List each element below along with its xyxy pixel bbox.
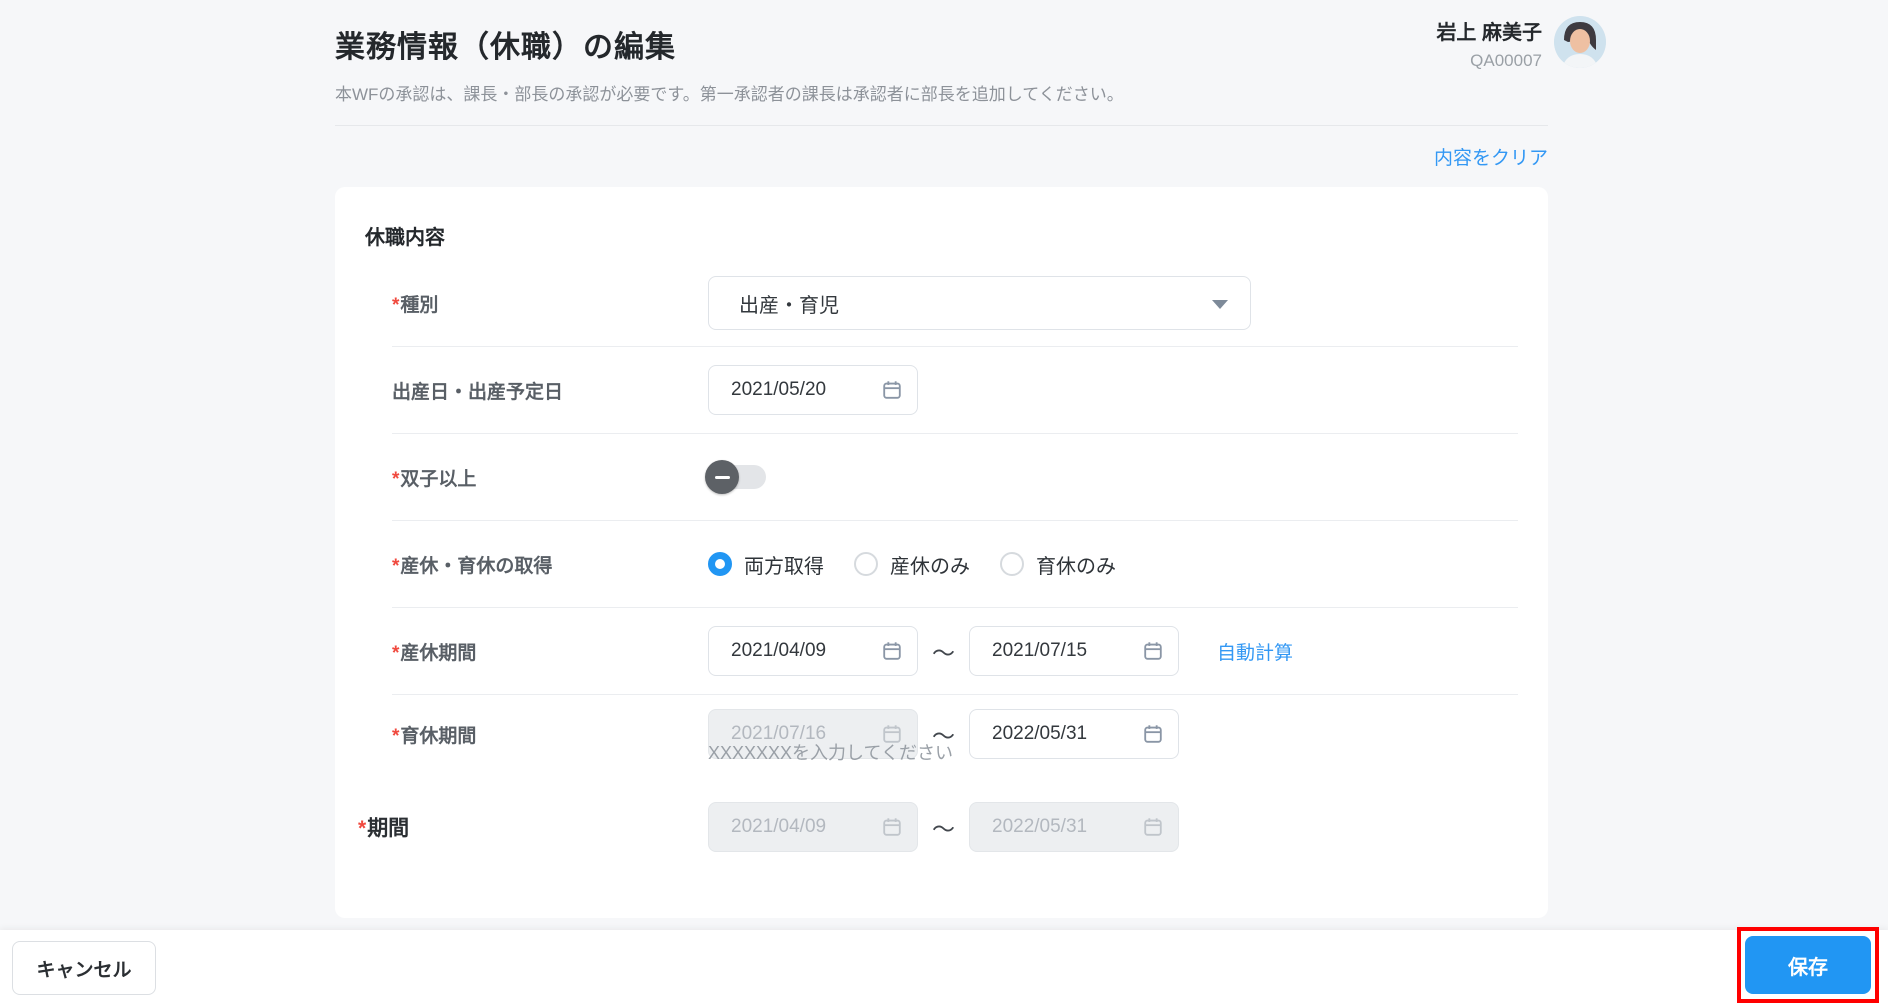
- header-divider: [335, 125, 1548, 126]
- avatar-image: [1554, 16, 1606, 68]
- row-childcare-period: *育休期間 2021/07/16 ～ 2022/05/31 XXXXXXXを入力…: [392, 695, 1518, 783]
- leave-acquisition-radio-group: 両方取得 産休のみ 育休のみ: [708, 550, 1146, 579]
- cancel-button[interactable]: キャンセル: [12, 941, 156, 995]
- auto-calc-link[interactable]: 自動計算: [1217, 638, 1293, 665]
- period-end-value: 2022/05/31: [992, 815, 1088, 837]
- calendar-icon: [1144, 642, 1162, 660]
- save-button[interactable]: 保存: [1745, 936, 1871, 994]
- maternity-end-value: 2021/07/15: [992, 640, 1088, 661]
- row-leave-acquisition: *産休・育休の取得 両方取得 産休のみ 育休のみ: [392, 521, 1518, 608]
- period-start-input-disabled: 2021/04/09: [708, 801, 918, 852]
- twins-toggle[interactable]: [705, 460, 766, 494]
- calendar-icon: [1144, 817, 1162, 836]
- required-marker: *: [392, 555, 400, 577]
- birth-date-value: 2021/05/20: [731, 379, 827, 400]
- avatar: [1554, 16, 1606, 68]
- type-label: *種別: [392, 294, 439, 316]
- period-label: *期間: [358, 816, 410, 840]
- row-period: *期間 2021/04/09 ～ 2022/05/31: [358, 783, 1518, 870]
- type-select[interactable]: 出産・育児: [708, 276, 1251, 330]
- range-separator: ～: [932, 815, 955, 842]
- period-end-input-disabled: 2022/05/31: [969, 801, 1179, 852]
- row-birth-date: 出産日・出産予定日 2021/05/20: [392, 347, 1518, 434]
- radio-childcare-only-label: 育休のみ: [1036, 555, 1116, 578]
- radio-maternity-only-label: 産休のみ: [890, 555, 970, 578]
- required-marker: *: [392, 468, 400, 490]
- radio-selected-icon: [708, 552, 732, 576]
- radio-unselected-icon: [1000, 552, 1024, 576]
- row-twins: *双子以上: [392, 434, 1518, 521]
- required-marker: *: [392, 294, 400, 316]
- toggle-knob: [705, 460, 739, 494]
- twins-label: *双子以上: [392, 468, 477, 490]
- calendar-icon: [883, 381, 901, 399]
- calendar-icon: [883, 642, 901, 660]
- clear-contents-link[interactable]: 内容をクリア: [1434, 143, 1548, 170]
- radio-both[interactable]: 両方取得: [708, 550, 824, 579]
- maternity-start-input[interactable]: 2021/04/09: [708, 626, 918, 676]
- radio-both-label: 両方取得: [744, 555, 824, 578]
- user-info: 岩上 麻美子 QA00007: [1436, 16, 1542, 71]
- save-button-highlight: 保存: [1737, 927, 1879, 1003]
- maternity-start-value: 2021/04/09: [731, 640, 827, 661]
- childcare-helper-text: XXXXXXXを入力してください: [708, 743, 953, 763]
- leave-form-card: 休職内容 *種別 出産・育児 出産日・出産予定日 2021/05/20 *双子以…: [335, 187, 1548, 918]
- period-start-value: 2021/04/09: [731, 815, 827, 837]
- page-title: 業務情報（休職）の編集: [335, 31, 676, 64]
- required-marker: *: [392, 725, 400, 747]
- footer-action-bar: キャンセル 保存: [0, 927, 1888, 1006]
- row-type: *種別 出産・育児: [392, 260, 1518, 347]
- user-name: 岩上 麻美子: [1436, 22, 1542, 44]
- childcare-period-label: *育休期間: [392, 725, 477, 747]
- section-title: 休職内容: [365, 227, 445, 249]
- radio-unselected-icon: [854, 552, 878, 576]
- calendar-icon: [883, 817, 901, 836]
- birth-date-input[interactable]: 2021/05/20: [708, 365, 918, 415]
- leave-acquisition-label: *産休・育休の取得: [392, 555, 553, 577]
- maternity-end-input[interactable]: 2021/07/15: [969, 626, 1179, 676]
- page-subtitle: 本WFの承認は、課長・部長の承認が必要です。第一承認者の課長は承認者に部長を追加…: [335, 85, 1124, 104]
- radio-childcare-only[interactable]: 育休のみ: [1000, 550, 1116, 579]
- maternity-period-label: *産休期間: [392, 642, 477, 664]
- range-separator: ～: [932, 640, 955, 666]
- required-marker: *: [358, 816, 367, 840]
- type-select-value: 出産・育児: [739, 294, 839, 317]
- row-maternity-period: *産休期間 2021/04/09 ～ 2021/07/15 自動計算: [392, 608, 1518, 695]
- birth-date-label: 出産日・出産予定日: [392, 381, 564, 403]
- required-marker: *: [392, 642, 400, 664]
- minus-icon: [714, 475, 730, 479]
- chevron-down-icon: [1212, 300, 1228, 309]
- radio-maternity-only[interactable]: 産休のみ: [854, 550, 970, 579]
- user-id: QA00007: [1470, 51, 1542, 70]
